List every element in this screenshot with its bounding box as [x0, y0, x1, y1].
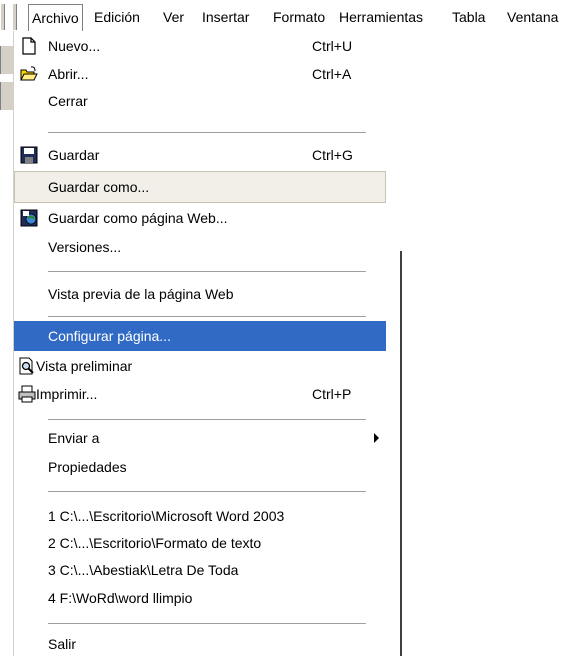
menu-shadow [400, 251, 402, 656]
menu-item-label: Cerrar [48, 93, 88, 109]
menu-bar: Archivo Edición Ver Insertar Formato Her… [0, 0, 584, 34]
menu-item-label: Propiedades [48, 459, 127, 475]
menu-item-vista-preliminar[interactable]: Vista preliminar [14, 351, 386, 381]
toolbar-stub [0, 82, 14, 110]
menu-item-configurar-pagina[interactable]: Configurar página... [14, 321, 386, 351]
menu-herramientas[interactable]: Herramientas [336, 5, 426, 29]
menu-item-propiedades[interactable]: Propiedades [14, 452, 386, 482]
menu-item-label: Salir [48, 636, 77, 652]
save-disk-icon [20, 146, 38, 164]
submenu-arrow-icon [374, 433, 379, 443]
print-preview-icon [19, 357, 34, 375]
menu-item-label: Guardar como página Web... [48, 210, 228, 226]
menu-item-label: Imprimir... [36, 386, 98, 402]
open-folder-icon [20, 66, 38, 81]
new-document-icon [22, 37, 36, 55]
menu-item-label: 2 C:\...\Escritorio\Formato de texto [48, 535, 262, 551]
menu-item-nuevo[interactable]: Nuevo... Ctrl+U [14, 31, 386, 61]
menu-item-label: Nuevo... [48, 38, 101, 54]
save-web-icon [20, 209, 38, 227]
menu-item-cerrar[interactable]: Cerrar [14, 86, 386, 116]
menu-item-guardar-web[interactable]: Guardar como página Web... [14, 203, 386, 233]
menu-item-label: Guardar como... [48, 179, 150, 195]
menu-item-salir[interactable]: Salir [14, 629, 386, 659]
menu-tabla[interactable]: Tabla [449, 5, 488, 29]
menu-archivo[interactable]: Archivo [28, 4, 83, 33]
menu-insertar[interactable]: Insertar [199, 5, 252, 29]
menu-item-label: 4 F:\WoRd\word llimpio [48, 590, 193, 606]
menubar-grip[interactable] [12, 4, 17, 30]
menu-separator [48, 271, 366, 273]
menu-separator [48, 491, 366, 493]
menu-formato[interactable]: Formato [270, 5, 328, 29]
menu-separator [48, 419, 366, 421]
menu-item-vista-previa-web[interactable]: Vista previa de la página Web [14, 279, 386, 309]
menu-separator [48, 623, 366, 625]
file-menu-dropdown: Nuevo... Ctrl+U Abrir... Ctrl+A Cerrar G… [13, 31, 402, 656]
menu-item-shortcut: Ctrl+U [312, 38, 353, 54]
menu-ventana[interactable]: Ventana [504, 5, 561, 29]
toolbar-stub [0, 46, 14, 74]
menu-item-label: 1 C:\...\Escritorio\Microsoft Word 2003 [48, 508, 285, 524]
recent-file-4[interactable]: 4 F:\WoRd\word llimpio [14, 583, 386, 613]
menu-item-shortcut: Ctrl+P [312, 386, 352, 402]
menu-item-shortcut: Ctrl+A [312, 66, 352, 82]
menu-item-label: Enviar a [48, 430, 100, 446]
recent-file-3[interactable]: 3 C:\...\Abestiak\Letra De Toda [14, 555, 386, 585]
menu-item-label: Vista preliminar [36, 358, 133, 374]
menu-item-shortcut: Ctrl+G [312, 147, 353, 163]
menu-separator [48, 316, 366, 318]
menu-ver[interactable]: Ver [160, 5, 187, 29]
menu-item-guardar[interactable]: Guardar Ctrl+G [14, 140, 386, 170]
printer-icon [18, 385, 36, 403]
toolbar-grip[interactable] [0, 4, 5, 30]
menu-item-imprimir[interactable]: Imprimir... Ctrl+P [14, 379, 386, 409]
recent-file-2[interactable]: 2 C:\...\Escritorio\Formato de texto [14, 528, 386, 558]
menu-item-label: Abrir... [48, 66, 89, 82]
menu-item-label: Vista previa de la página Web [48, 286, 234, 302]
menu-separator [48, 132, 366, 134]
menu-item-label: 3 C:\...\Abestiak\Letra De Toda [48, 562, 239, 578]
menu-item-enviar-a[interactable]: Enviar a [14, 423, 386, 453]
menu-item-label: Versiones... [48, 239, 122, 255]
menu-edicion[interactable]: Edición [91, 5, 143, 29]
menu-item-abrir[interactable]: Abrir... Ctrl+A [14, 59, 386, 89]
menu-item-guardar-como[interactable]: Guardar como... [14, 171, 386, 203]
menu-item-versiones[interactable]: Versiones... [14, 232, 386, 262]
recent-file-1[interactable]: 1 C:\...\Escritorio\Microsoft Word 2003 [14, 501, 386, 531]
menu-item-label: Configurar página... [48, 328, 171, 344]
menu-item-label: Guardar [48, 147, 100, 163]
